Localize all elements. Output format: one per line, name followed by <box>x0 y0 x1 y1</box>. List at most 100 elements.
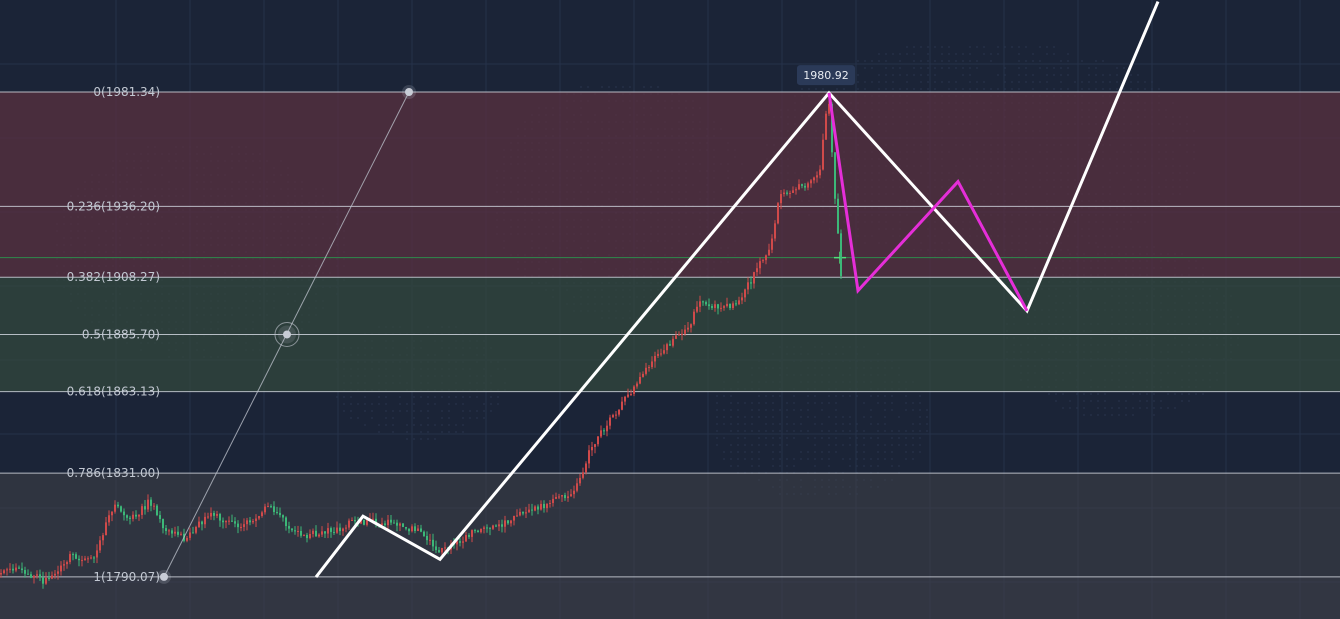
map-dot <box>918 436 922 440</box>
map-dot <box>947 45 951 49</box>
map-dot <box>778 457 782 461</box>
map-dot <box>918 450 922 454</box>
map-dot <box>1096 392 1100 396</box>
candle-body <box>312 530 314 534</box>
map-dot <box>370 409 374 413</box>
candle-body <box>198 521 200 527</box>
map-dot <box>447 402 451 406</box>
candle-body <box>693 311 695 325</box>
map-dot <box>715 408 719 412</box>
candle-body <box>201 521 203 525</box>
candle-body <box>171 530 173 534</box>
map-dot <box>412 416 416 420</box>
map-dot <box>996 73 1000 77</box>
map-dot <box>607 85 611 89</box>
map-dot <box>1152 392 1156 396</box>
candle-body <box>591 446 593 451</box>
candle-body <box>717 304 719 309</box>
candle-body <box>708 304 710 307</box>
map-dot <box>1187 392 1191 396</box>
map-dot <box>764 436 768 440</box>
candle-body <box>51 575 53 579</box>
map-dot <box>918 408 922 412</box>
map-dot <box>869 415 873 419</box>
map-dot <box>883 429 887 433</box>
map-dot <box>911 443 915 447</box>
map-dot <box>975 80 979 84</box>
map-dot <box>933 87 937 91</box>
map-dot <box>813 394 817 398</box>
chart-container[interactable]: 0(1981.34) 0.236(1936.20) 0.382(1908.27) 0.… <box>0 0 1340 619</box>
candle-body <box>114 504 116 512</box>
map-dot <box>926 73 930 77</box>
map-dot <box>904 443 908 447</box>
fib-handle[interactable] <box>160 572 168 581</box>
map-dot <box>883 408 887 412</box>
candle-body <box>84 558 86 561</box>
candle-body <box>540 503 542 510</box>
map-dot <box>426 409 430 413</box>
candle-body <box>153 505 155 507</box>
candle-body <box>543 503 545 509</box>
map-dot <box>729 408 733 412</box>
map-dot <box>405 402 409 406</box>
map-dot <box>919 45 923 49</box>
map-dot <box>897 436 901 440</box>
map-dot <box>757 457 761 461</box>
map-dot <box>363 409 367 413</box>
map-dot <box>905 73 909 77</box>
map-dot <box>764 394 768 398</box>
candle-body <box>528 509 530 513</box>
map-dot <box>1031 87 1035 91</box>
map-dot <box>454 430 458 434</box>
map-dot <box>926 87 930 91</box>
map-dot <box>722 450 726 454</box>
map-dot <box>863 80 867 84</box>
map-dot <box>468 409 472 413</box>
map-dot <box>968 87 972 91</box>
map-dot <box>1180 392 1184 396</box>
map-dot <box>883 415 887 419</box>
map-dot <box>1115 87 1119 91</box>
candle-body <box>0 573 2 575</box>
map-dot <box>961 59 965 63</box>
map-dot <box>1173 406 1177 410</box>
map-dot <box>743 422 747 426</box>
candle-body <box>606 425 608 432</box>
map-dot <box>743 457 747 461</box>
map-dot <box>877 73 881 77</box>
fib-handle[interactable] <box>283 330 291 339</box>
candle-body <box>741 297 743 301</box>
map-dot <box>461 416 465 420</box>
map-dot <box>898 66 902 70</box>
candle-body <box>834 152 836 199</box>
fib-handle[interactable] <box>405 88 413 96</box>
candle-body <box>525 512 527 514</box>
fibonacci-chart[interactable]: 0(1981.34) 0.236(1936.20) 0.382(1908.27) 0.… <box>0 0 1340 619</box>
map-dot <box>384 402 388 406</box>
map-dot <box>827 429 831 433</box>
candle-body <box>177 531 179 535</box>
map-dot <box>778 429 782 433</box>
map-dot <box>933 45 937 49</box>
candle-body <box>738 300 740 305</box>
candle-body <box>603 430 605 432</box>
map-dot <box>1173 392 1177 396</box>
candle-body <box>54 573 56 576</box>
map-dot <box>722 394 726 398</box>
map-dot <box>642 85 646 89</box>
map-dot <box>1096 399 1100 403</box>
candle-body <box>507 520 509 524</box>
map-dot <box>778 422 782 426</box>
candle-body <box>537 506 539 510</box>
candle-body <box>294 530 296 532</box>
map-dot <box>890 450 894 454</box>
map-dot <box>996 52 1000 56</box>
candle-body <box>117 504 119 507</box>
candle-body <box>75 554 77 559</box>
map-dot <box>757 394 761 398</box>
map-dot <box>890 457 894 461</box>
map-dot <box>405 409 409 413</box>
map-dot <box>813 422 817 426</box>
map-dot <box>883 450 887 454</box>
